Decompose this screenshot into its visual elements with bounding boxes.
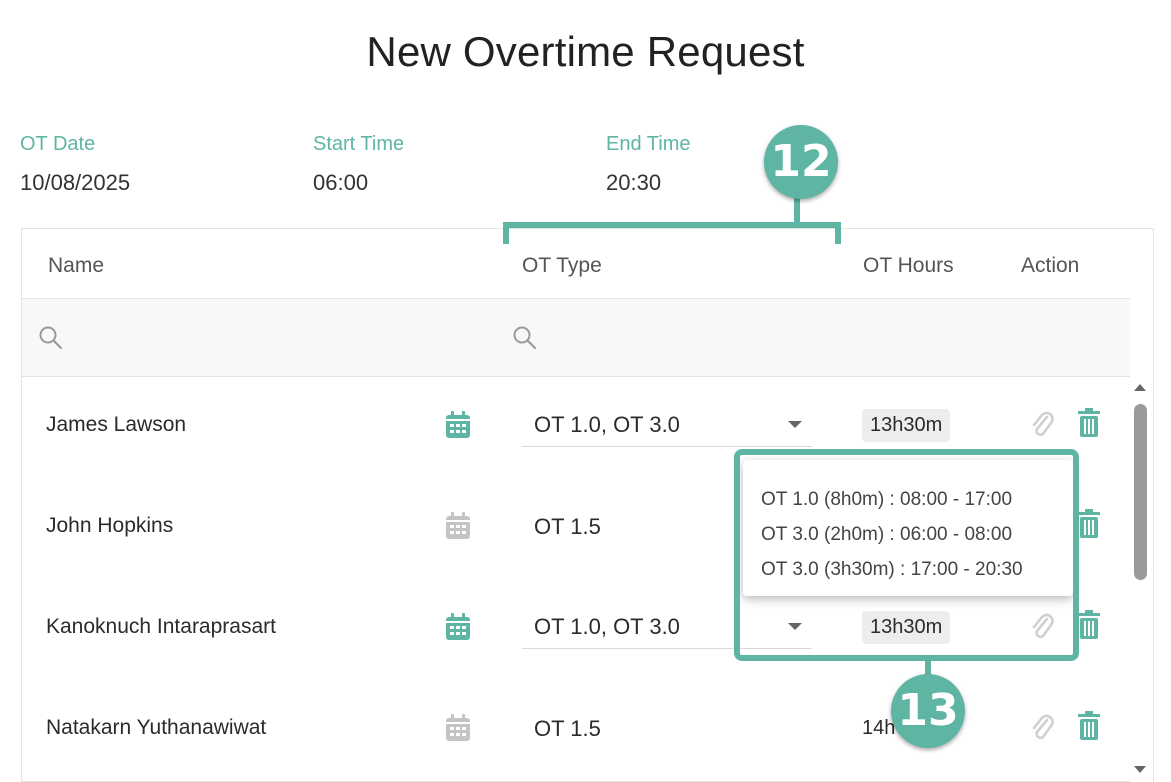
table-row: Natakarn Yuthanawiwat OT 1.5 14h bbox=[22, 680, 1130, 782]
header-action: Action bbox=[1021, 254, 1080, 277]
ot-type-select[interactable]: OT 1.0, OT 3.0 bbox=[522, 397, 812, 447]
start-time-value[interactable]: 06:00 bbox=[313, 170, 368, 196]
scrollbar-thumb[interactable] bbox=[1134, 404, 1147, 580]
employee-name: John Hopkins bbox=[46, 514, 174, 537]
start-time-label: Start Time bbox=[313, 133, 405, 155]
calendar-icon bbox=[446, 512, 470, 539]
search-icon[interactable] bbox=[512, 325, 538, 351]
paperclip-icon[interactable] bbox=[1029, 712, 1055, 742]
annotation-badge-12: 12 bbox=[764, 125, 838, 199]
ot-hours-value: 14h bbox=[862, 717, 896, 739]
ot-type-value: OT 1.5 bbox=[534, 716, 601, 741]
employee-name: Kanoknuch Intaraprasart bbox=[46, 615, 276, 638]
calendar-icon[interactable] bbox=[445, 613, 471, 641]
scroll-up-arrow[interactable] bbox=[1134, 384, 1146, 391]
ot-type-value: OT 1.0, OT 3.0 bbox=[534, 614, 680, 639]
chevron-down-icon[interactable] bbox=[788, 421, 802, 428]
header-ot-hours[interactable]: OT Hours bbox=[863, 254, 954, 278]
end-time-label: End Time bbox=[606, 133, 691, 155]
annotation-bracket bbox=[503, 222, 841, 244]
header-name[interactable]: Name bbox=[48, 254, 104, 278]
trash-icon[interactable] bbox=[1076, 509, 1102, 539]
ot-date-label: OT Date bbox=[20, 133, 96, 155]
employee-name: James Lawson bbox=[46, 413, 187, 436]
paperclip-icon[interactable] bbox=[1029, 409, 1055, 439]
calendar-icon bbox=[446, 714, 470, 741]
annotation-connector bbox=[794, 196, 800, 224]
ot-type-value: OT 1.0, OT 3.0 bbox=[534, 412, 680, 437]
ot-hours-chip[interactable]: 13h30m bbox=[862, 409, 951, 442]
annotation-highlight-box bbox=[734, 449, 1079, 661]
filter-row bbox=[22, 299, 1130, 377]
search-icon[interactable] bbox=[38, 325, 64, 351]
trash-icon[interactable] bbox=[1076, 408, 1102, 438]
calendar-icon[interactable] bbox=[445, 411, 471, 439]
end-time-value[interactable]: 20:30 bbox=[606, 170, 661, 196]
page-title: New Overtime Request bbox=[366, 28, 805, 75]
ot-date-value[interactable]: 10/08/2025 bbox=[20, 170, 130, 196]
ot-type-value: OT 1.5 bbox=[534, 514, 601, 539]
scroll-down-arrow[interactable] bbox=[1134, 766, 1146, 773]
employee-name: Natakarn Yuthanawiwat bbox=[46, 716, 267, 739]
annotation-badge-13: 13 bbox=[891, 674, 965, 748]
trash-icon[interactable] bbox=[1076, 610, 1102, 640]
trash-icon[interactable] bbox=[1076, 711, 1102, 741]
header-ot-type[interactable]: OT Type bbox=[522, 254, 602, 278]
